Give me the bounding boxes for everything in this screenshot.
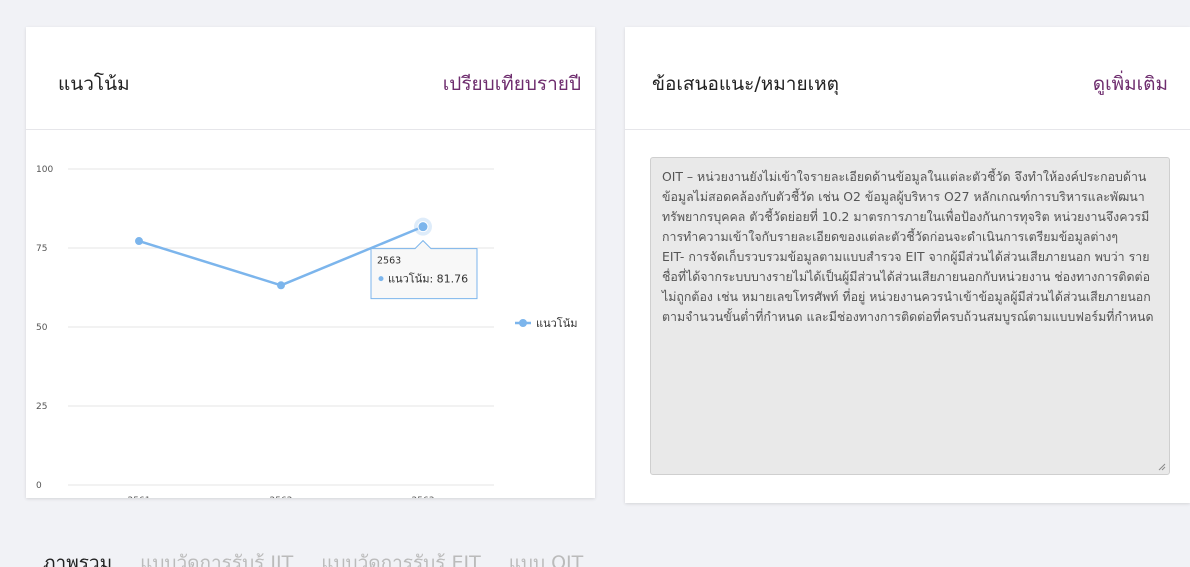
note-card: ข้อเสนอแนะ/หมายเหตุ ดูเพิ่มเติม OIT – หน… bbox=[625, 27, 1190, 503]
see-more-link[interactable]: ดูเพิ่มเติม bbox=[1093, 69, 1168, 99]
tab-1[interactable]: ภาพรวม bbox=[43, 548, 112, 567]
x-tick-label: 2561 bbox=[128, 496, 151, 498]
y-tick-label: 75 bbox=[36, 244, 47, 254]
legend-marker bbox=[519, 319, 527, 327]
tab-2[interactable]: แบบวัดการรับรู้ IIT bbox=[140, 548, 293, 567]
tooltip-title: 2563 bbox=[377, 256, 401, 267]
trend-title: แนวโน้ม bbox=[58, 73, 130, 95]
tab-3[interactable]: แบบวัดการรับรู้ EIT bbox=[321, 548, 480, 567]
tab-4[interactable]: แบบ OIT bbox=[509, 548, 584, 567]
legend-label: แนวโน้ม bbox=[536, 316, 577, 330]
trend-chart: 0 25 50 75 100 2561 2562 2563 2563 แนวโน้ม: 81.76… bbox=[36, 165, 577, 498]
note-title: ข้อเสนอแนะ/หมายเหตุ bbox=[652, 73, 839, 95]
data-point bbox=[417, 221, 429, 233]
resize-handle-icon[interactable] bbox=[1158, 463, 1166, 471]
y-tick-label: 0 bbox=[36, 481, 42, 491]
x-tick-label: 2563 bbox=[412, 496, 435, 498]
note-paragraph-eit: EIT- การจัดเก็บรวบรวมข้อมูลตามแบบสำรวจ E… bbox=[662, 249, 1154, 324]
compare-yearly-link[interactable]: เปรียบเทียบรายปี bbox=[443, 69, 581, 99]
y-tick-label: 100 bbox=[36, 165, 53, 175]
trend-card-header: แนวโน้ม เปรียบเทียบรายปี bbox=[26, 27, 595, 130]
y-tick-label: 25 bbox=[36, 402, 47, 412]
bottom-tab-bar: ภาพรวม แบบวัดการรับรู้ IIT แบบวัดการรับรู้… bbox=[43, 548, 611, 567]
trend-card: แนวโน้ม เปรียบเทียบรายปี 0 25 50 75 100 2561 2… bbox=[26, 27, 595, 498]
x-tick-label: 2562 bbox=[270, 496, 293, 498]
tooltip-box bbox=[370, 239, 478, 300]
note-textarea[interactable]: OIT – หน่วยงานยังไม่เข้าใจรายละเอียดด้าน… bbox=[650, 157, 1170, 475]
tooltip-marker bbox=[378, 276, 384, 282]
y-tick-label: 50 bbox=[36, 323, 48, 333]
note-paragraph-oit: OIT – หน่วยงานยังไม่เข้าใจรายละเอียดด้าน… bbox=[662, 169, 1150, 244]
tooltip-value: แนวโน้ม: 81.76 bbox=[388, 272, 468, 286]
note-card-header: ข้อเสนอแนะ/หมายเหตุ ดูเพิ่มเติม bbox=[625, 27, 1190, 130]
data-point bbox=[135, 237, 143, 246]
data-point bbox=[277, 281, 285, 290]
